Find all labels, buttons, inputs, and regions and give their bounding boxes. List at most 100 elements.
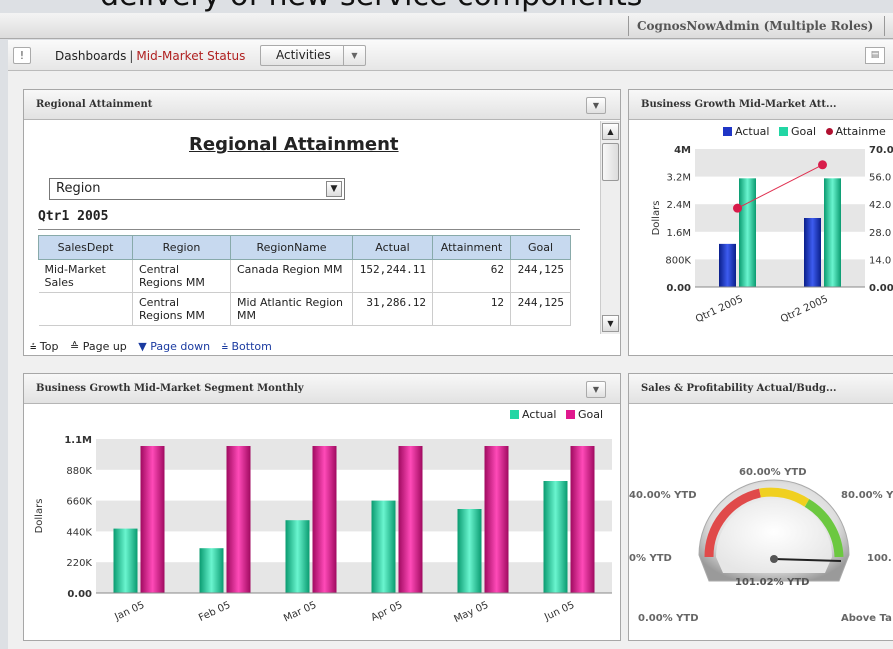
y-tick-label: 1.1M (64, 435, 92, 446)
gauge-label-upper-right: 80.00% Y (841, 490, 893, 501)
y-tick-label: 800K (665, 255, 691, 266)
column-header[interactable]: Actual (352, 235, 433, 260)
x-tick-label: Apr 05 (370, 600, 405, 624)
monthly-chart: 0.00 220K 440K 660K 880K 1.1M Dollars Jan 05 Feb… (34, 435, 612, 625)
page-up-label: Page up (82, 340, 127, 353)
layout-icon[interactable]: ▤ (865, 47, 885, 64)
scroll-down-icon[interactable]: ▼ (602, 315, 619, 332)
bar (570, 446, 595, 593)
y-tick-label: 880K (66, 466, 92, 477)
table-cell: Mid-Market Sales (38, 259, 133, 293)
widget-header: Regional Attainment ▼ (24, 90, 620, 120)
breadcrumb-current: Mid-Market Status (136, 49, 246, 63)
top-bar: CognosNowAdmin (Multiple Roles) (0, 13, 893, 39)
bar (312, 446, 337, 593)
y-tick-label: 440K (66, 527, 92, 538)
chevron-down-icon[interactable]: ▼ (343, 46, 365, 65)
gauge-label-bottom-right: Above Ta (841, 613, 892, 624)
business-growth-attainment-widget: Business Growth Mid-Market Att... Actual… (628, 89, 893, 356)
page-bottom-link[interactable]: ⩮ Bottom (222, 340, 276, 353)
table-cell: Central Regions MM (132, 259, 231, 293)
bar (398, 446, 423, 593)
bar (484, 446, 509, 593)
table-row: Central Regions MM Mid Atlantic Region M… (38, 292, 571, 326)
vertical-scrollbar[interactable]: ▲ ▼ (600, 121, 620, 334)
gauge-label-top: 60.00% YTD (739, 467, 807, 478)
y-tick-label: 4M (674, 145, 691, 156)
gauge-label-bottom-left: 0.00% YTD (638, 613, 699, 624)
breadcrumb-dashboards-link[interactable]: Dashboards (55, 49, 126, 63)
x-tick-label: May 05 (452, 600, 490, 625)
bar (113, 528, 138, 593)
attainment-table: SalesDept Region RegionName Actual Attai… (38, 235, 571, 326)
column-header[interactable]: RegionName (230, 235, 353, 260)
y2-tick-label: 14.0 (869, 255, 891, 266)
bar (199, 548, 224, 593)
gauge-label-upper-left: 40.00% YTD (629, 490, 697, 501)
info-button[interactable]: ! (13, 47, 31, 64)
table-cell: 244,125 (510, 292, 571, 326)
breadcrumb: Dashboards | Mid-Market Status (55, 49, 245, 63)
y2-tick-label: 42.0 (869, 200, 891, 211)
regional-attainment-widget: Regional Attainment ▼ Regional Attainmen… (23, 89, 621, 356)
dashboard-toolbar: ! Dashboards | Mid-Market Status Activitie… (8, 40, 893, 71)
table-cell: Mid Atlantic Region MM (230, 292, 353, 326)
user-roles-label[interactable]: CognosNowAdmin (Multiple Roles) (628, 16, 879, 36)
bar (371, 500, 396, 593)
y2-tick-label: 70.0 (869, 145, 893, 156)
page-down-label: Page down (150, 340, 211, 353)
page-down-link[interactable]: ▼ Page down (138, 340, 214, 353)
region-select[interactable]: Region ▼ (49, 178, 345, 200)
y2-tick-label: 28.0 (869, 228, 891, 239)
breadcrumb-separator: | (129, 49, 134, 63)
grid-band (96, 500, 612, 532)
column-header[interactable]: Goal (510, 235, 571, 260)
attainment-chart: 0.00 800K 1.6M 2.4M 3.2M 4M 0.00 14.0 28.0 42.0 56… (651, 145, 893, 325)
activities-dropdown[interactable]: Activities ▼ (260, 45, 366, 66)
x-tick-label: Qtr1 2005 (694, 294, 745, 325)
scroll-up-icon[interactable]: ▲ (602, 123, 619, 140)
report-title: Regional Attainment (189, 134, 399, 155)
page-bottom-label: Bottom (231, 340, 272, 353)
table-cell: 62 (432, 259, 511, 293)
column-header[interactable]: Region (132, 235, 231, 260)
x-tick-label: Mar 05 (282, 600, 318, 625)
column-header[interactable]: Attainment (432, 235, 511, 260)
y-tick-label: 220K (66, 558, 92, 569)
attainment-point (818, 160, 827, 170)
sales-profitability-widget: Sales & Profitability Actual/Budg... 60.… (628, 373, 893, 641)
x-tick-label: Jun 05 (542, 600, 576, 624)
region-select-value: Region (56, 181, 101, 196)
bar (804, 218, 821, 287)
page-top-link[interactable]: ⩮ Top (30, 340, 62, 353)
grid-band (96, 562, 612, 593)
widget-menu-chevron-icon[interactable]: ▼ (586, 381, 606, 398)
activities-label: Activities (276, 48, 331, 62)
widget-menu-chevron-icon[interactable]: ▼ (586, 97, 606, 114)
y-axis-label: Dollars (651, 201, 662, 236)
x-tick-label: Qtr2 2005 (779, 294, 830, 325)
period-heading: Qtr1 2005 (38, 209, 109, 224)
attainment-point (733, 203, 742, 213)
bar (457, 509, 482, 593)
scrollbar-thumb[interactable] (602, 143, 619, 181)
table-cell: 244,125 (510, 259, 571, 293)
x-tick-label: Jan 05 (112, 600, 146, 624)
gauge-chart: 60.00% YTD 40.00% YTD 80.00% Y 0% YTD 10… (629, 467, 893, 624)
widget-header: Business Growth Mid-Market Att... (629, 90, 893, 120)
pager: ⩮ Top ≙ Page up ▼ Page down ⩮ Bottom (30, 340, 280, 354)
bar (226, 446, 251, 593)
gauge-label-right: 100. (867, 553, 892, 564)
divider (38, 229, 580, 230)
bar (719, 243, 736, 287)
page-up-link[interactable]: ≙ Page up (70, 340, 131, 353)
bar (739, 178, 756, 287)
divider (884, 16, 885, 36)
y-tick-label: 3.2M (666, 173, 691, 184)
y-tick-label: 0.00 (666, 283, 691, 294)
chevron-down-icon[interactable]: ▼ (326, 181, 342, 197)
bar (285, 520, 310, 593)
widget-header: Business Growth Mid-Market Segment Month… (24, 374, 620, 404)
regional-attainment-report: Regional Attainment Region ▼ Qtr1 2005 S… (24, 121, 620, 355)
column-header[interactable]: SalesDept (38, 235, 133, 260)
